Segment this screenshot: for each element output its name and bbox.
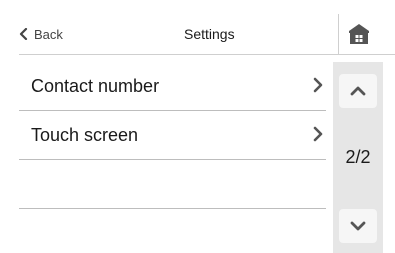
- chevron-down-icon: [350, 221, 366, 231]
- list-item-empty: [19, 160, 326, 209]
- list-item-touch-screen[interactable]: Touch screen: [19, 111, 326, 160]
- back-button[interactable]: Back: [19, 14, 63, 54]
- home-icon: [348, 24, 369, 44]
- header-bar: Back Settings: [19, 14, 395, 55]
- list-item-label: Contact number: [31, 75, 160, 96]
- list-item-label: Touch screen: [31, 124, 139, 145]
- scroll-down-button[interactable]: [339, 209, 377, 243]
- scroll-up-button[interactable]: [339, 74, 377, 108]
- list-item-contact-number[interactable]: Contact number: [19, 62, 326, 111]
- settings-list: Contact number Touch screen: [19, 62, 326, 209]
- chevron-up-icon: [350, 86, 366, 96]
- chevron-right-icon: [313, 77, 323, 93]
- chevron-left-icon: [19, 28, 28, 40]
- settings-screen: Back Settings Contact number Touch scree…: [0, 0, 395, 253]
- page-title: Settings: [184, 26, 235, 42]
- page-indicator: 2/2: [345, 147, 371, 167]
- back-label: Back: [34, 26, 63, 42]
- page-scroller: 2/2: [333, 62, 383, 253]
- home-button[interactable]: [338, 14, 378, 54]
- chevron-right-icon: [313, 126, 323, 142]
